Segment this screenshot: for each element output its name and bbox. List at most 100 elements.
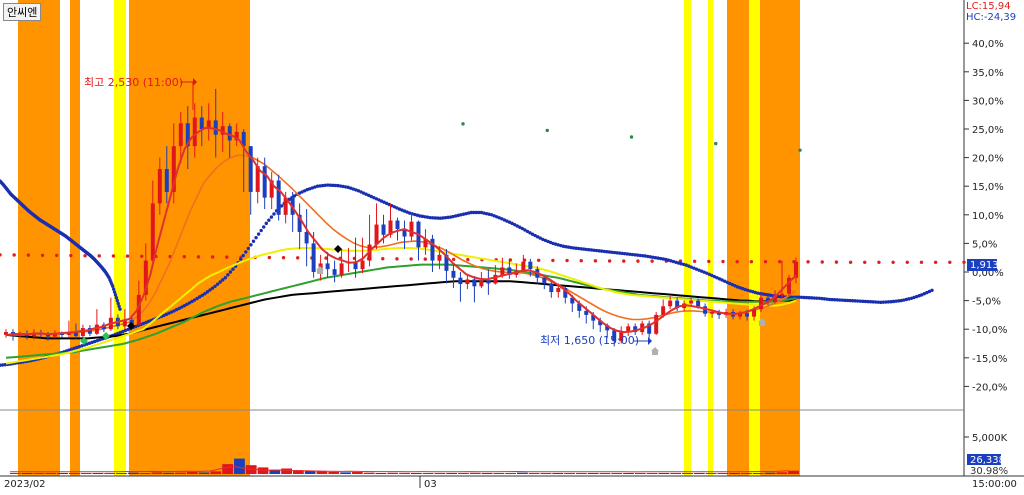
envelope-red-line-dot: [778, 260, 782, 264]
candle-down: [332, 269, 337, 275]
candle-up: [661, 306, 666, 315]
envelope-blue-line-dot: [264, 221, 268, 226]
volume-bar: [505, 473, 517, 474]
price-tick-label: -5,0%: [972, 297, 1001, 308]
low-annotation: 최저 1,650 (15:00): [540, 334, 639, 347]
envelope-red-line-dot: [891, 260, 895, 264]
candle-up: [689, 300, 694, 304]
envelope-red-line-dot: [55, 253, 59, 258]
candle-down: [248, 146, 253, 192]
candle-down: [584, 310, 589, 315]
envelope-red-line-dot: [607, 259, 612, 263]
envelope-red-line-dot: [565, 258, 569, 263]
volume-bar: [387, 472, 399, 474]
envelope-red-line-dot: [551, 258, 555, 263]
stock-name-tab[interactable]: 안씨엔: [3, 3, 42, 21]
volume-pct-label: 30.98%: [970, 466, 1008, 477]
envelope-blue-line-dot: [244, 250, 248, 254]
envelope-red-line-dot: [707, 259, 711, 264]
envelope-red-line-dot: [12, 253, 16, 257]
candle-up: [780, 293, 785, 295]
volume-bar: [693, 473, 705, 474]
envelope-red-line-dot: [40, 253, 45, 257]
volume-bar: [705, 473, 717, 474]
envelope-blue-line-dot: [223, 276, 228, 280]
envelope-red-line-dot: [763, 260, 768, 264]
envelope-red-line-dot: [622, 259, 626, 263]
candle-down: [276, 180, 281, 215]
envelope-blue-line-dot: [256, 232, 261, 236]
candle-up: [710, 312, 715, 314]
candle-down: [213, 120, 218, 135]
candle-down: [381, 224, 386, 235]
time-label-end: 15:00:00: [972, 479, 1017, 490]
envelope-blue-line-dot: [254, 235, 258, 240]
volume-bar: [57, 473, 68, 474]
volume-bar: [469, 472, 481, 474]
volume-bar: [458, 473, 469, 474]
volume-badge: 26,338: [970, 455, 1005, 466]
envelope-red-line-dot: [919, 260, 924, 264]
envelope-red-line-dot: [537, 258, 541, 262]
envelope-red-line-dot: [395, 257, 399, 261]
envelope-red-line-dot: [933, 260, 938, 264]
envelope-red-line-dot: [834, 260, 839, 264]
trend-green-line-dot: [461, 122, 465, 126]
envelope-red-line-dot: [806, 260, 810, 264]
signal-band-orange: [70, 0, 80, 476]
volume-bar: [328, 471, 340, 474]
candle-down: [395, 220, 400, 230]
volume-bar: [741, 473, 752, 474]
volume-bar: [33, 473, 45, 474]
high-annotation: 최고 2,530 (11:00): [84, 76, 183, 89]
price-tick-label: 25,0%: [972, 125, 1004, 136]
price-tick-label: -10,0%: [972, 325, 1007, 336]
candle-up: [794, 261, 798, 278]
volume-bar: [446, 473, 458, 474]
candle-down: [472, 279, 477, 287]
candle-down: [164, 169, 169, 192]
volume-bar: [564, 473, 575, 474]
envelope-blue-line-dot: [251, 239, 256, 243]
envelope-red-line-dot: [26, 253, 31, 257]
envelope-red-line-dot: [225, 255, 229, 259]
price-tick-label: 15,0%: [972, 182, 1004, 193]
trend-green-line-dot: [798, 148, 802, 152]
envelope-blue-line-dot: [249, 243, 253, 247]
envelope-blue-line-dot: [231, 267, 235, 271]
envelope-blue-line-dot: [226, 273, 230, 277]
envelope-red-line-dot: [962, 260, 966, 264]
candle-up: [192, 117, 197, 147]
envelope-red-line-dot: [636, 259, 640, 263]
envelope-red-line-dot: [409, 257, 413, 261]
volume-bar: [575, 473, 587, 474]
price-tick-label: 35,0%: [972, 68, 1004, 79]
trend-green-line-dot: [714, 141, 718, 146]
volume-bar: [186, 472, 198, 474]
volume-bar: [363, 472, 375, 474]
lc-label: LC:15,94: [966, 1, 1011, 12]
price-tick-label: 40,0%: [972, 39, 1004, 50]
volume-bar: [682, 473, 693, 474]
volume-bar: [127, 472, 139, 474]
volume-bar: [45, 473, 57, 474]
volume-bar: [340, 472, 351, 474]
volume-bar: [528, 473, 540, 474]
envelope-red-line-dot: [296, 256, 300, 260]
envelope-red-line-dot: [877, 260, 881, 264]
volume-bar: [493, 473, 505, 474]
envelope-lower-start-dot: [118, 307, 122, 311]
envelope-red-line-dot: [579, 259, 583, 263]
volume-bar: [116, 473, 127, 474]
envelope-red-line-dot: [451, 257, 456, 262]
volume-bar: [316, 471, 328, 474]
volume-bar: [552, 473, 564, 474]
envelope-red-line-dot: [650, 259, 654, 263]
envelope-blue-line-dot: [246, 246, 251, 251]
volume-bar: [92, 473, 104, 474]
volume-bar: [658, 473, 670, 474]
price-volume-chart[interactable]: 40,0% 35,0% 30,0% 25,0% 20,0% 15,0% 10,0% 5,0% 0…: [0, 0, 1024, 495]
candle-up: [668, 300, 673, 307]
envelope-red-line-dot: [381, 257, 385, 261]
candle-up: [80, 328, 85, 337]
